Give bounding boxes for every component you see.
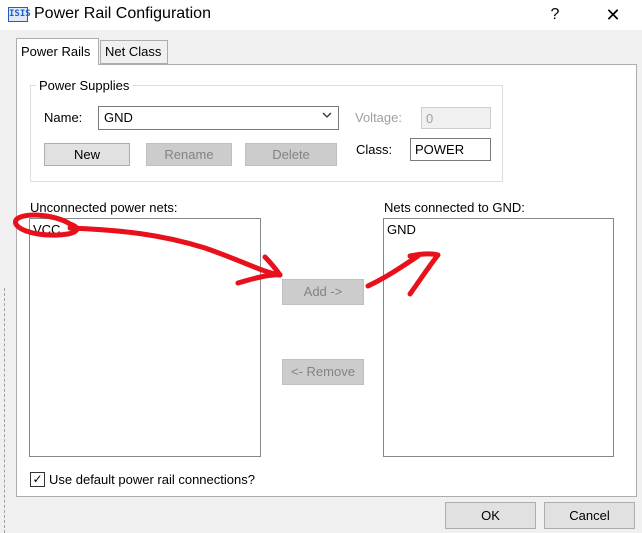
tab-net-class[interactable]: Net Class: [100, 40, 168, 64]
name-select[interactable]: GND: [98, 106, 339, 130]
default-connections-checkbox[interactable]: ✓: [30, 472, 45, 487]
list-item[interactable]: VCC: [33, 222, 60, 237]
help-button[interactable]: ?: [532, 0, 578, 30]
rename-button: Rename: [146, 143, 232, 166]
list-item[interactable]: GND: [387, 222, 416, 237]
connected-nets-label: Nets connected to GND:: [384, 200, 525, 215]
help-icon: ?: [550, 6, 560, 23]
close-icon: ✕: [605, 5, 621, 25]
unconnected-nets-list[interactable]: VCC: [29, 218, 261, 457]
chevron-down-icon[interactable]: [320, 109, 334, 123]
tab-power-rails[interactable]: Power Rails: [16, 38, 99, 65]
unconnected-nets-label: Unconnected power nets:: [30, 200, 178, 215]
add-button: Add ->: [282, 279, 364, 305]
voltage-input: 0: [421, 107, 491, 129]
class-label: Class:: [356, 142, 393, 157]
cancel-button[interactable]: Cancel: [544, 502, 635, 529]
power-supplies-group: [30, 85, 503, 182]
remove-button: <- Remove: [282, 359, 364, 385]
ok-button[interactable]: OK: [445, 502, 536, 529]
check-icon: ✓: [32, 472, 43, 486]
power-supplies-group-label: Power Supplies: [36, 78, 133, 93]
connected-nets-list[interactable]: GND: [383, 218, 614, 457]
default-connections-label[interactable]: Use default power rail connections?: [49, 472, 255, 487]
voltage-label: Voltage:: [355, 110, 402, 125]
window-title: Power Rail Configuration: [34, 5, 211, 22]
name-select-value: GND: [104, 110, 133, 125]
delete-button: Delete: [245, 143, 337, 166]
close-button[interactable]: ✕: [590, 0, 636, 30]
new-button[interactable]: New: [44, 143, 130, 166]
window-edge: [0, 288, 5, 533]
name-label: Name:: [44, 110, 83, 125]
class-input[interactable]: POWER: [410, 138, 491, 161]
app-icon: ISIS: [8, 7, 31, 22]
